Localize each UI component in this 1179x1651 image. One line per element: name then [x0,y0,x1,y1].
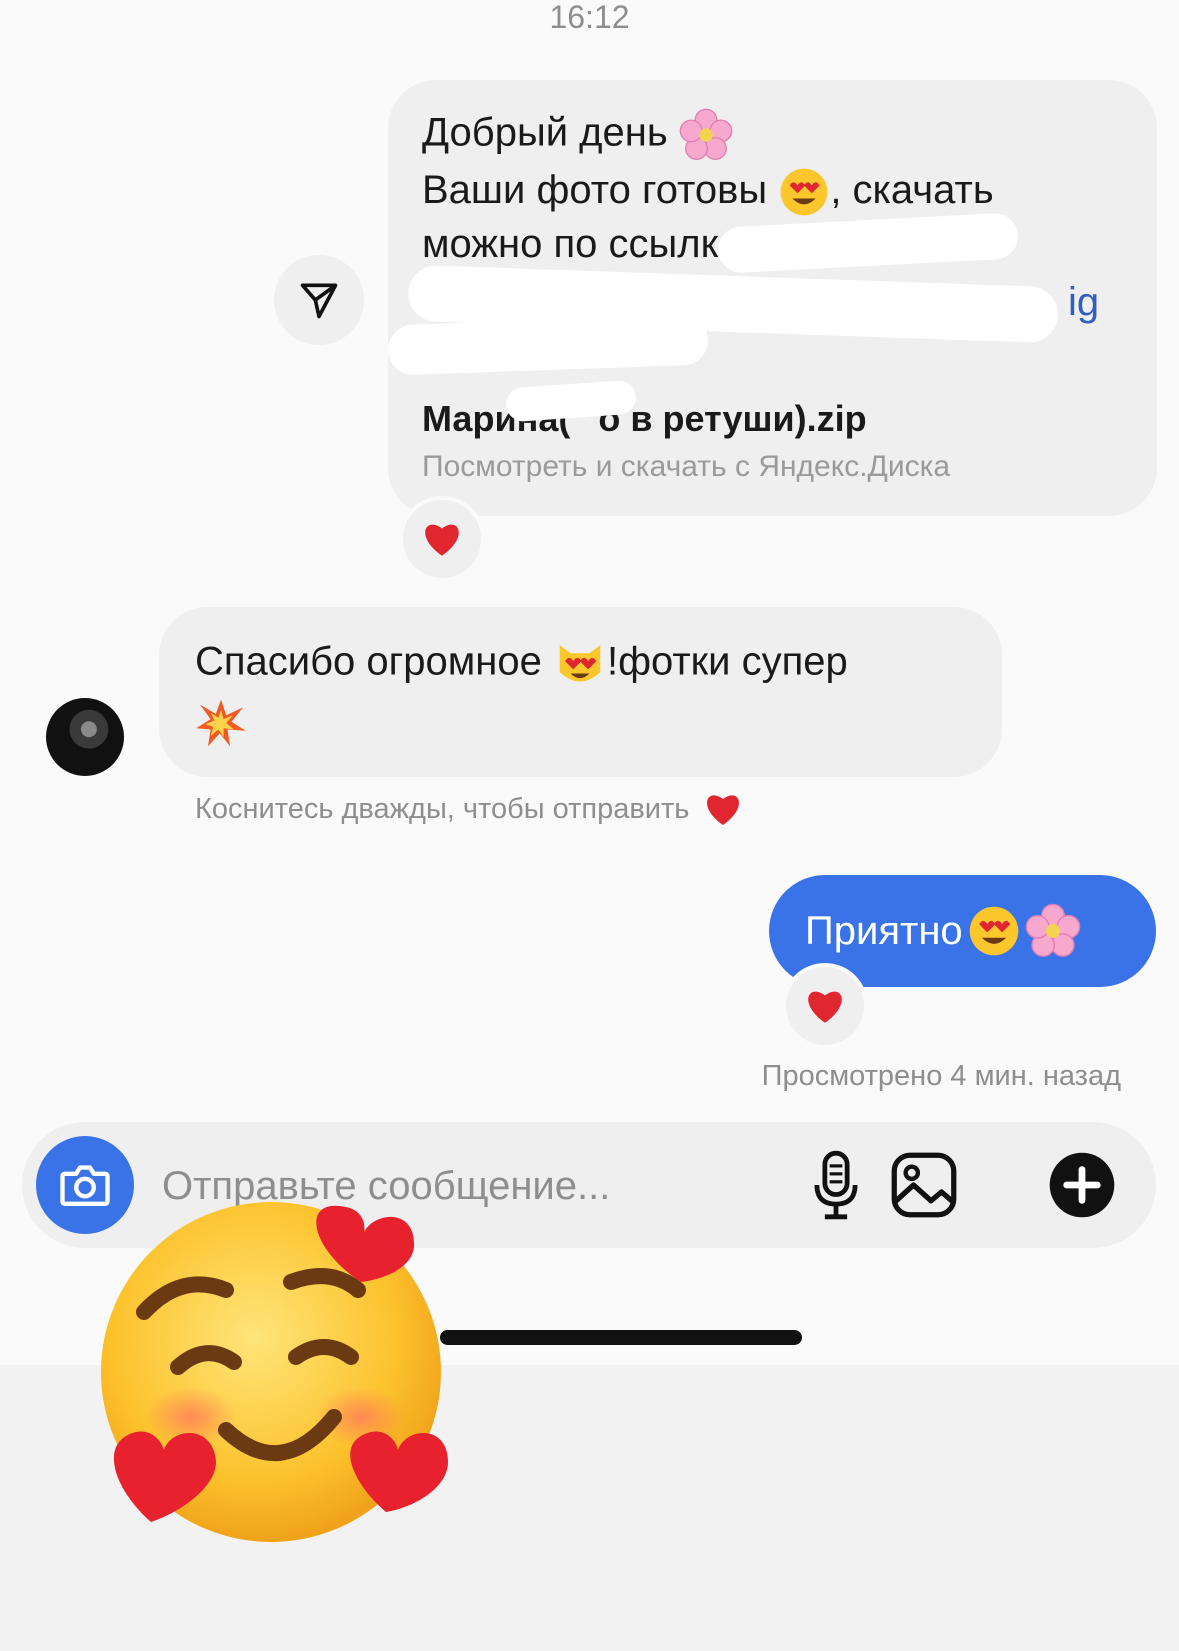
heart-eyes-emoji-icon [780,169,828,216]
redaction-mark [717,212,1019,274]
message-line: Добрый день [422,108,733,162]
cherry-blossom-icon [679,108,733,160]
gallery-icon [891,1152,957,1218]
hint-text: Коснитесь дважды, чтобы отправить [195,792,690,825]
heart-icon [425,524,459,556]
microphone-icon [814,1150,858,1220]
message-text: , скачать [830,168,994,212]
redaction-mark [387,314,709,376]
timestamp: 16:12 [549,0,630,35]
plus-button[interactable] [1044,1147,1120,1223]
message-text: Добрый день [422,110,668,155]
cherry-blossom-icon [1025,903,1080,957]
message-bubble-incoming[interactable]: Спасибо огромное !фотки супер [159,607,1002,777]
heart-eyes-emoji-icon [969,906,1018,956]
message-text: !фотки супер [606,639,848,684]
message-line: Ваши фото готовы , скачать [422,166,994,218]
file-name[interactable]: Марина(о в ретуши).zip [422,398,867,440]
message-link[interactable]: ig [1068,278,1099,326]
reaction-badge[interactable] [399,496,485,582]
message-text: можно по ссылке [422,222,741,266]
home-indicator [440,1330,802,1345]
seen-status: Просмотрено 4 мин. назад [761,1060,1121,1092]
collision-emoji [195,697,247,754]
message-line: Спасибо огромное !фотки супер [195,637,848,691]
message-bubble-outgoing[interactable]: Добрый день Ваши фото готовы , скачать м… [387,80,1157,516]
send-icon [300,283,338,319]
smiling-face-with-hearts-icon [101,1202,448,1542]
gallery-button[interactable] [886,1147,962,1223]
heart-icon [707,795,740,825]
reaction-badge[interactable] [782,963,868,1049]
plus-icon [1049,1152,1115,1218]
heart-icon [808,991,842,1023]
heart-eyes-cat-icon [559,645,601,682]
smiling-face-with-hearts-sticker [96,1172,486,1562]
avatar[interactable] [46,698,124,776]
collision-icon [196,699,246,747]
message-line: можно по ссылке [422,220,741,268]
microphone-button[interactable] [798,1147,874,1223]
message-text: Приятно [805,908,963,953]
double-tap-hint[interactable]: Коснитесь дважды, чтобы отправить [195,790,743,828]
file-source: Посмотреть и скачать с Яндекс.Диска [422,450,951,483]
file-name-part: о в ретуши).zip [598,398,867,439]
message-text: Спасибо огромное [195,639,542,684]
message-text: Ваши фото готовы [422,168,768,212]
share-button[interactable] [274,255,364,345]
